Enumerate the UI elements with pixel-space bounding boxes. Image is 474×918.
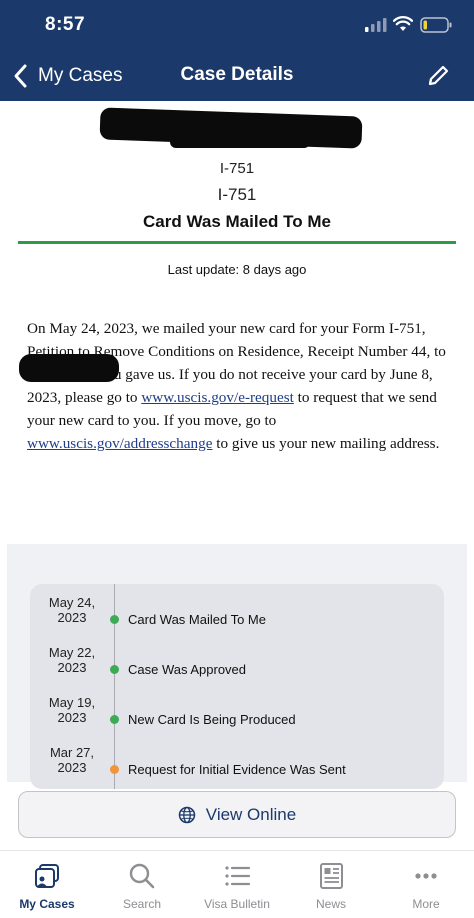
tab-my-cases[interactable]: My Cases [0,861,94,917]
timeline-label: New Card Is Being Produced [128,712,296,727]
cases-icon [35,864,59,888]
tab-more[interactable]: More [379,861,473,917]
timeline-date-line2: 2023 [57,710,87,725]
timeline-item: May 22, 2023 Case Was Approved [30,645,444,695]
tab-search[interactable]: Search [95,861,189,917]
tab-visa-bulletin[interactable]: Visa Bulletin [190,861,284,917]
timeline-date: May 19, 2023 [30,695,114,725]
timeline-card: May 24, 2023 Card Was Mailed To Me May 2… [30,584,444,789]
case-status-title: Card Was Mailed To Me [143,212,331,231]
description-text-end: to give us your new mailing address. [212,435,440,452]
e-request-link[interactable]: www.uscis.gov/e-request [141,389,294,406]
timeline-dot-complete [110,615,119,624]
timeline-date-line2: 2023 [57,760,87,775]
timeline-item: Mar 27, 2023 Request for Initial Evidenc… [30,745,444,789]
timeline-label: Case Was Approved [128,662,247,677]
last-update-text: Last update: 8 days ago [167,262,307,277]
pencil-icon[interactable] [426,64,450,88]
address-change-link[interactable]: www.uscis.gov/addresschange [27,435,212,452]
status-time: 8:57 [45,14,86,35]
timeline-dot-pending [110,765,119,774]
case-description: On May 24, 2023, we mailed your new card… [27,317,447,455]
timeline-dot-complete [110,665,119,674]
timeline-date-line1: Mar 27, [49,745,95,760]
battery-icon [420,17,452,33]
timeline-date-line2: 2023 [57,660,87,675]
timeline-date-line2: 2023 [57,610,87,625]
search-icon [129,863,155,889]
more-icon [415,873,437,879]
tab-label: Visa Bulletin [204,897,270,911]
timeline-date: May 22, 2023 [30,645,114,675]
timeline-label: Request for Initial Evidence Was Sent [128,762,346,777]
tab-label: Search [122,897,162,911]
list-icon [225,866,251,886]
timeline-date-line1: May 19, [48,695,96,710]
tab-label: My Cases [19,897,75,911]
timeline-item: May 24, 2023 Card Was Mailed To Me [30,595,444,645]
tab-bar: My Cases Search Visa Bulletin News More [0,850,474,918]
cellular-signal-icon [365,18,387,32]
tab-label: News [315,897,346,911]
redacted-receipt-number-tail [170,136,310,148]
timeline-date-line1: May 22, [48,645,96,660]
globe-icon [178,806,196,823]
view-online-button[interactable]: View Online [18,791,456,838]
timeline-date: Mar 27, 2023 [30,745,114,775]
nav-header: 8:57 My Cases Case Details [0,0,474,101]
form-type: I-751 [219,160,255,177]
tab-label: More [412,897,440,911]
timeline-label: Card Was Mailed To Me [128,612,266,627]
tab-news[interactable]: News [284,861,378,917]
view-online-label: View Online [205,804,297,824]
newspaper-icon [320,863,343,889]
form-type-secondary: I-751 [217,185,257,204]
redacted-receipt-inline [19,354,119,382]
timeline-date: May 24, 2023 [30,595,114,625]
status-divider [18,241,456,244]
timeline-dot-complete [110,715,119,724]
wifi-icon [393,16,413,31]
timeline-item: May 19, 2023 New Card Is Being Produced [30,695,444,745]
timeline-date-line1: May 24, [48,595,96,610]
page-title: Case Details [180,64,294,85]
